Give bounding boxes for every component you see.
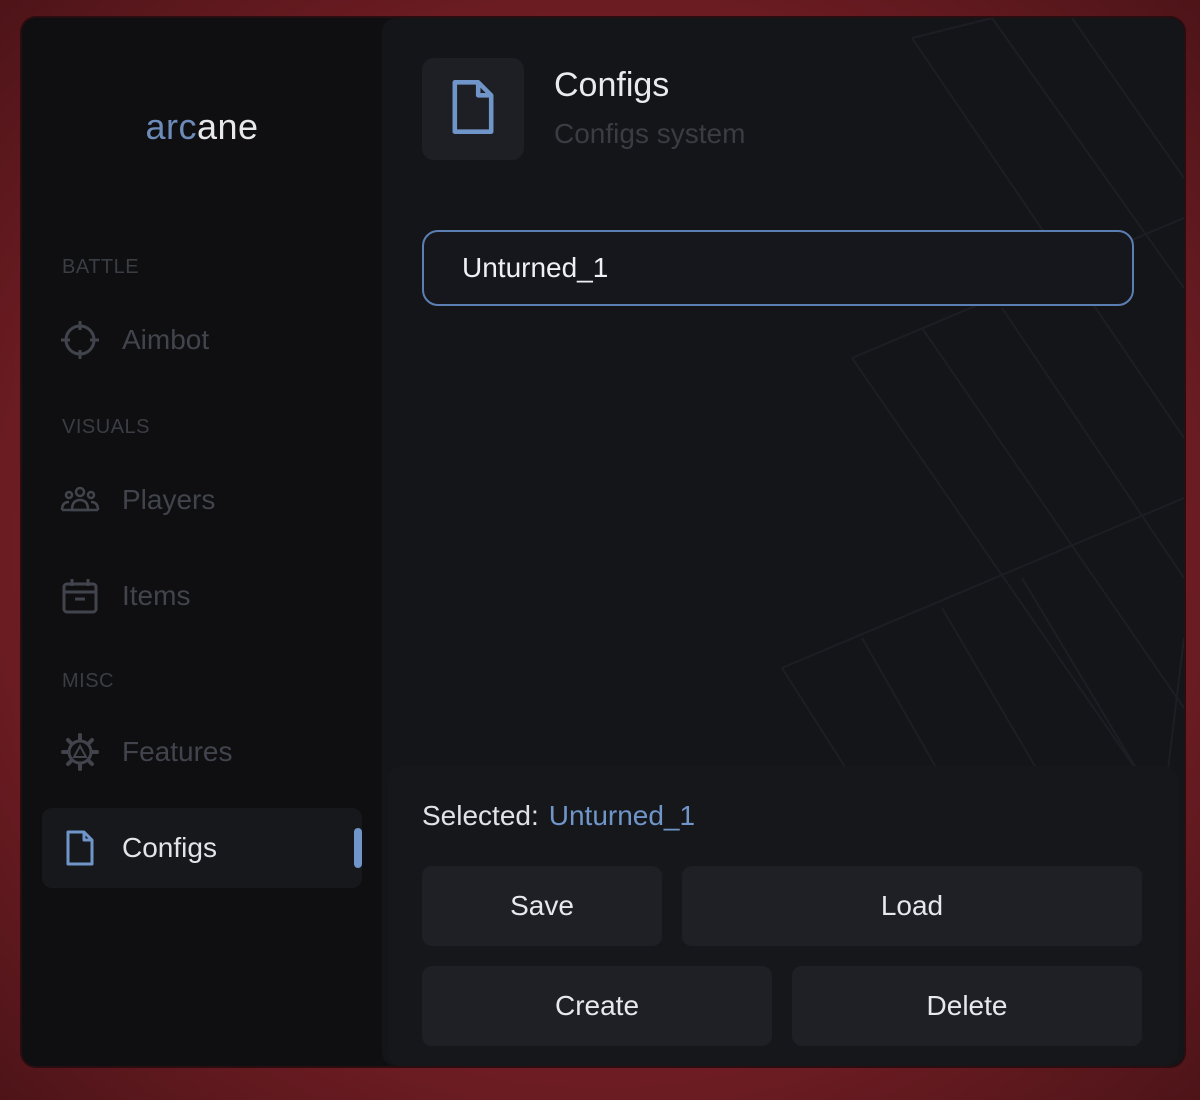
selected-value: Unturned_1 [548, 800, 696, 831]
create-button[interactable]: Create [422, 966, 772, 1046]
sidebar-item-players[interactable]: Players [42, 460, 362, 540]
header-icon-box [422, 58, 524, 160]
sidebar: arcane BATTLE Aimbot VISUALS Players Ite… [22, 18, 382, 1066]
file-icon [60, 828, 100, 868]
app-backdrop: arcane BATTLE Aimbot VISUALS Players Ite… [0, 0, 1200, 1100]
file-icon [447, 77, 499, 142]
app-logo: arcane [22, 106, 382, 148]
active-indicator [354, 828, 362, 868]
logo-suffix: ane [196, 106, 259, 147]
section-label-visuals: VISUALS [62, 416, 150, 438]
page-title: Configs [554, 66, 670, 104]
section-label-battle: BATTLE [62, 256, 140, 278]
sidebar-item-label: Aimbot [122, 324, 210, 355]
crosshair-icon [60, 320, 100, 360]
config-name-input[interactable] [422, 230, 1134, 306]
config-actions-panel: Selected: Unturned_1 Save Load Create Del… [388, 766, 1178, 1066]
gear-icon [60, 732, 100, 772]
load-button[interactable]: Load [682, 866, 1142, 946]
main-panel: Configs Configs system Selected: Unturned… [382, 18, 1184, 1066]
delete-button[interactable]: Delete [792, 966, 1142, 1046]
save-button[interactable]: Save [422, 866, 662, 946]
logo-prefix: arc [145, 106, 197, 147]
app-window: arcane BATTLE Aimbot VISUALS Players Ite… [22, 18, 1184, 1066]
users-icon [60, 480, 100, 520]
section-label-misc: MISC [62, 670, 114, 692]
sidebar-item-features[interactable]: Features [42, 712, 362, 792]
sidebar-item-configs[interactable]: Configs [42, 808, 362, 888]
sidebar-item-items[interactable]: Items [42, 556, 362, 636]
box-icon [60, 576, 100, 616]
sidebar-item-label: Items [122, 580, 191, 611]
sidebar-item-label: Configs [122, 832, 217, 863]
selected-label: Selected: [422, 800, 539, 831]
sidebar-item-label: Players [122, 484, 216, 515]
sidebar-item-aimbot[interactable]: Aimbot [42, 300, 362, 380]
sidebar-item-label: Features [122, 736, 233, 767]
page-subtitle: Configs system [554, 118, 746, 149]
selected-config: Selected: Unturned_1 [422, 800, 695, 832]
